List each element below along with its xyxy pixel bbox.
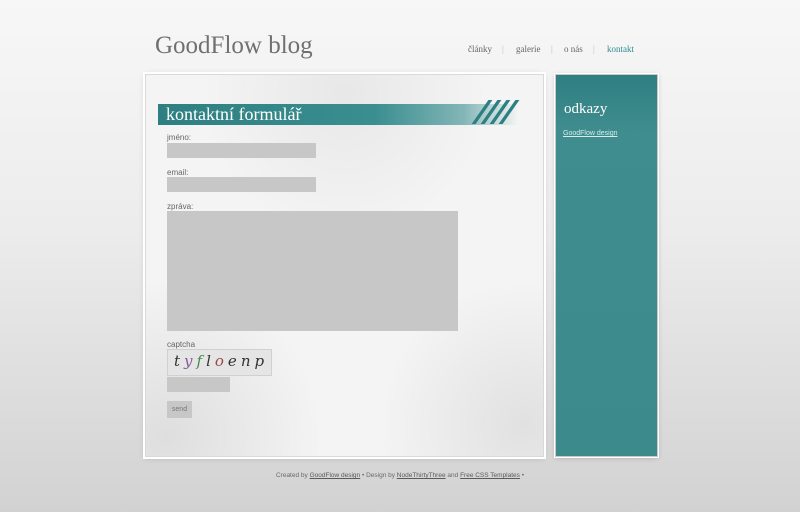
captcha-letter: p	[254, 352, 269, 370]
nav-item-o-nas[interactable]: o nás	[564, 44, 583, 54]
footer-and: and	[447, 472, 459, 479]
captcha-text: tyfloenp	[174, 352, 268, 370]
nav-separator: |	[502, 44, 504, 54]
footer: Created by GoodFlow design • Design by N…	[0, 472, 800, 479]
captcha-letter: y	[184, 352, 197, 370]
nav-separator: |	[593, 44, 595, 54]
sidebar-link-goodflow-design[interactable]: GoodFlow design	[563, 130, 617, 137]
sidebar-panel: odkazy GoodFlow design	[555, 74, 658, 457]
captcha-letter: t	[174, 352, 185, 370]
send-button[interactable]: send	[167, 401, 192, 418]
captcha-letter: l	[206, 352, 215, 370]
footer-bullet: •	[361, 472, 365, 479]
content-panel: kontaktní formulář jméno: email: zpráva:…	[145, 74, 544, 457]
heading-banner: kontaktní formulář	[158, 100, 520, 125]
page-title: kontaktní formulář	[166, 104, 302, 124]
name-label: jméno:	[167, 133, 192, 142]
footer-bullet: •	[521, 472, 525, 479]
email-label: email:	[167, 168, 189, 177]
message-label: zpráva:	[167, 202, 194, 211]
nav-separator: |	[551, 44, 553, 54]
footer-designer-link[interactable]: NodeThirtyThree	[397, 472, 446, 479]
captcha-input[interactable]	[167, 377, 230, 392]
footer-design-by: Design by	[366, 472, 395, 479]
sidebar-heading: odkazy	[564, 101, 608, 117]
nav-item-galerie[interactable]: galerie	[516, 44, 540, 54]
nav-item-clanky[interactable]: články	[468, 44, 492, 54]
site-title[interactable]: GoodFlow blog	[155, 32, 313, 60]
captcha-image: tyfloenp	[167, 349, 272, 376]
footer-author-link[interactable]: GoodFlow design	[310, 472, 361, 479]
captcha-letter: f	[196, 352, 207, 370]
captcha-letter: n	[240, 352, 255, 370]
nav-item-kontakt[interactable]: kontakt	[607, 44, 634, 54]
footer-created-by: Created by	[275, 472, 308, 479]
captcha-label: captcha	[167, 340, 196, 349]
message-textarea[interactable]	[167, 211, 458, 331]
name-input[interactable]	[167, 143, 316, 158]
email-input[interactable]	[167, 177, 316, 192]
captcha-letter: e	[227, 352, 241, 370]
captcha-letter: o	[214, 352, 228, 370]
footer-templates-link[interactable]: Free CSS Templates	[460, 472, 520, 479]
